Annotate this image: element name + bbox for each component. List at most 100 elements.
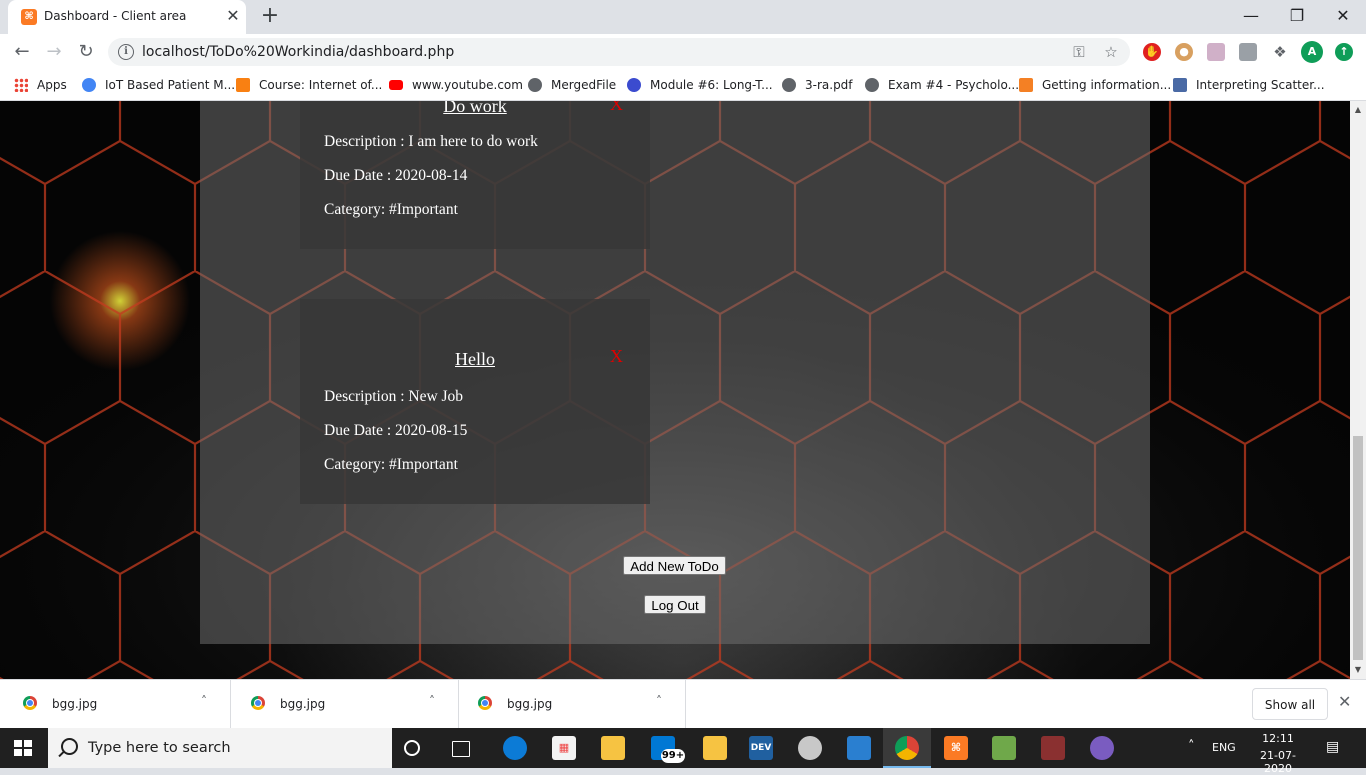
github-desktop-icon[interactable] [1090,736,1114,760]
bookmark-item[interactable]: Course: Internet of... [236,77,382,93]
add-new-todo-button[interactable]: Add New ToDo [623,556,726,575]
bookmark-item[interactable]: Getting information... [1019,77,1171,93]
scroll-up-arrow-icon[interactable]: ▲ [1350,103,1366,117]
edge-icon[interactable] [503,736,527,760]
bookmark-item[interactable]: www.youtube.com [389,77,523,93]
close-tab-icon[interactable]: ✕ [225,7,241,25]
windows-start-icon[interactable] [14,740,32,756]
bookmark-label: Apps [37,78,67,92]
download-filename: bgg.jpg [52,697,98,711]
q-icon [627,78,641,92]
bookmark-item[interactable]: Module #6: Long-T... [627,77,773,93]
youtube-icon [389,80,403,90]
document-icon [1173,78,1187,92]
notepad-icon[interactable] [992,736,1016,760]
todo-due-date: Due Date : 2020-08-15 [324,422,468,439]
url-text[interactable]: localhost/ToDo%20Workindia/dashboard.php [142,44,454,60]
tab-title: Dashboard - Client area [44,9,187,23]
update-arrow-icon[interactable]: ↑ [1335,43,1353,61]
bookmark-item[interactable]: 3-ra.pdf [782,77,853,93]
download-filename: bgg.jpg [507,697,553,711]
chevron-up-icon[interactable]: ˄ [656,694,662,708]
file-explorer-icon[interactable] [601,736,625,760]
extension-icon[interactable] [1207,43,1225,61]
cortana-icon[interactable] [404,740,420,756]
bookmark-apps[interactable]: Apps [14,77,67,93]
todo-title: Hello [455,349,495,369]
browser-toolbar: ← → ↻ i localhost/ToDo%20Workindia/dashb… [0,34,1366,70]
download-filename: bgg.jpg [280,697,326,711]
close-window-button[interactable]: ✕ [1331,4,1355,28]
tray-chevron-up-icon[interactable]: ˄ [1188,739,1195,754]
page-scrollbar[interactable]: ▲ ▼ [1350,101,1366,679]
task-view-icon[interactable] [452,741,470,757]
chrome-file-icon [478,696,492,710]
network-app-icon[interactable] [847,736,871,760]
moodle-icon [236,78,250,92]
restore-button[interactable]: ❐ [1285,4,1309,28]
camera-extension-icon[interactable] [1239,43,1257,61]
scroll-down-arrow-icon[interactable]: ▼ [1350,663,1366,677]
globe-icon [82,78,96,92]
chevron-up-icon[interactable]: ˄ [201,694,207,708]
taskbar-search-box[interactable]: Type here to search [48,728,392,768]
todo-category: Category: #Important [324,456,458,473]
download-item[interactable]: bgg.jpg ˄ [458,680,686,729]
adblock-extension-icon[interactable]: ✋ [1143,43,1161,61]
address-bar[interactable]: i localhost/ToDo%20Workindia/dashboard.p… [108,38,1130,66]
puzzle-extensions-icon[interactable]: ❖ [1271,43,1289,61]
bookmark-star-icon[interactable]: ☆ [1102,43,1120,61]
bookmarks-bar: Apps IoT Based Patient M... Course: Inte… [0,70,1366,101]
back-icon[interactable]: ← [10,40,34,64]
browser-tab[interactable]: ⌘ Dashboard - Client area ✕ [8,0,246,34]
globe-icon [528,78,542,92]
todo-description: Description : New Job [324,388,464,405]
profile-avatar[interactable]: A [1301,41,1323,63]
reload-icon[interactable]: ↻ [74,40,98,64]
language-indicator[interactable]: ENG [1212,741,1236,754]
browser-tab-strip: ⌘ Dashboard - Client area ✕ + — ❐ ✕ [0,0,1366,34]
download-shelf: bgg.jpg ˄ bgg.jpg ˄ bgg.jpg ˄ Show all ✕ [0,679,1366,729]
paint-icon[interactable] [798,736,822,760]
bookmark-item[interactable]: Exam #4 - Psycholo... [865,77,1019,93]
devcpp-icon[interactable]: DEV [749,736,773,760]
bookmark-label: Exam #4 - Psycholo... [888,78,1020,92]
download-item[interactable]: bgg.jpg ˄ [3,680,231,729]
notification-icon[interactable]: ▤ [1326,739,1339,755]
close-shelf-icon[interactable]: ✕ [1338,692,1351,711]
search-icon [61,738,78,755]
xampp-taskbar-icon[interactable]: ⌘ [944,736,968,760]
bookmark-item[interactable]: MergedFile [528,77,616,93]
chevron-up-icon[interactable]: ˄ [429,694,435,708]
bookmark-label: Module #6: Long-T... [650,78,773,92]
store-bag-icon[interactable]: ▦ [552,736,576,760]
show-all-downloads-button[interactable]: Show all [1252,688,1328,720]
winrar-icon[interactable] [1041,736,1065,760]
chrome-icon[interactable] [895,736,919,760]
log-out-button[interactable]: Log Out [644,595,706,614]
globe-icon [782,78,796,92]
delete-todo-button[interactable]: X [610,346,623,367]
clock-time[interactable]: 12:11 [1260,732,1296,745]
clock-date[interactable]: 21-07-2020 [1248,749,1308,775]
download-item[interactable]: bgg.jpg ˄ [231,680,459,729]
stackoverflow-icon [1019,78,1033,92]
todo-card: Hello X Description : New Job Due Date :… [300,299,650,504]
todo-card: Do work X Description : I am here to do … [300,101,650,249]
todo-due-date: Due Date : 2020-08-14 [324,167,468,184]
cookie-extension-icon[interactable]: ● [1175,43,1193,61]
store-badge: 99+ [661,749,685,763]
bookmark-item[interactable]: IoT Based Patient M... [82,77,235,93]
site-info-icon[interactable]: i [118,44,134,60]
key-icon[interactable]: ⚿ [1070,43,1088,61]
new-tab-button[interactable]: + [258,4,282,28]
scrollbar-thumb[interactable] [1353,436,1363,660]
minimize-button[interactable]: — [1239,4,1263,28]
bookmark-item[interactable]: Interpreting Scatter... [1173,77,1325,93]
bookmark-label: 3-ra.pdf [805,78,853,92]
bookmark-label: Getting information... [1042,78,1172,92]
bookmark-label: Course: Internet of... [259,78,383,92]
forward-icon[interactable]: → [42,40,66,64]
sticky-file-icon[interactable] [703,736,727,760]
delete-todo-button[interactable]: X [610,101,623,115]
